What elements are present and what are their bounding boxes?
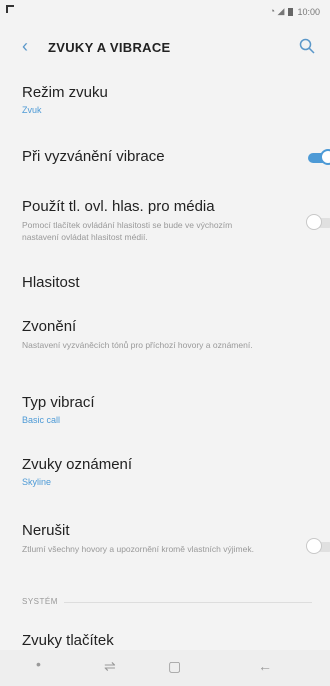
setting-sound-mode[interactable]: Režim zvuku Zvuk	[0, 84, 130, 115]
setting-title: Zvuky oznámení	[22, 456, 133, 473]
page-title: ZVUKY A VIBRACE	[48, 40, 171, 55]
setting-title: Použít tl. ovl. hlas. pro média	[22, 198, 215, 215]
setting-value: Basic call	[22, 415, 61, 425]
setting-vibration-type[interactable]: Typ vibrací Basic call	[0, 394, 117, 425]
back-icon[interactable]: ‹	[22, 36, 28, 57]
section-divider	[64, 602, 312, 603]
setting-volume-keys-media[interactable]: Použít tl. ovl. hlas. pro média Pomocí t…	[0, 198, 330, 243]
setting-key-tones[interactable]: Zvuky tlačítek	[0, 632, 330, 649]
section-header-system: SYSTÉM	[22, 597, 312, 609]
signal-icon: ◔ ◢	[269, 6, 285, 16]
setting-value: Zvuk	[22, 105, 42, 115]
setting-title: Zvuky tlačítek	[22, 632, 114, 649]
setting-title: Režim zvuku	[22, 84, 108, 101]
toggle-knob	[306, 538, 322, 554]
toggle-knob	[320, 149, 330, 165]
status-time: 10:00	[297, 6, 320, 17]
setting-notification-sounds[interactable]: Zvuky oznámení Skyline	[0, 456, 154, 487]
setting-ringtone[interactable]: Zvonění Nastavení vyzváněcích tónů pro p…	[0, 318, 314, 351]
setting-do-not-disturb[interactable]: Nerušit Ztlumí všechny hovory a upozorně…	[0, 522, 330, 555]
setting-description: Pomocí tlačítek ovládání hlasitosti se b…	[22, 220, 233, 242]
setting-description: Nastavení vyzváněcích tónů pro příchozí …	[22, 340, 253, 350]
home-icon[interactable]: ▢	[168, 658, 181, 675]
do-not-disturb-toggle[interactable]	[304, 538, 330, 554]
setting-vibrate-when-ringing[interactable]: Při vyzvánění vibrace	[0, 148, 330, 165]
navigation-bar: • ⇌ ▢ ←	[0, 650, 330, 686]
setting-title: Při vyzvánění vibrace	[22, 148, 165, 165]
setting-title: Zvonění	[22, 318, 77, 335]
setting-value: Skyline	[22, 477, 52, 487]
setting-title: Hlasitost	[22, 274, 80, 291]
dot-icon: •	[36, 656, 41, 672]
volume-keys-toggle[interactable]	[304, 214, 330, 230]
setting-description: Ztlumí všechny hovory a upozornění kromě…	[22, 544, 254, 554]
setting-volume[interactable]: Hlasitost	[0, 274, 102, 291]
setting-title: Nerušit	[22, 522, 70, 539]
status-bar: ◔ ◢ 10:00	[0, 0, 330, 24]
toggle-knob	[306, 214, 322, 230]
recent-apps-icon[interactable]: ⇌	[104, 658, 116, 675]
search-icon[interactable]	[298, 37, 316, 55]
battery-icon	[288, 7, 294, 16]
vibrate-toggle[interactable]	[304, 149, 330, 165]
app-header: ‹ ZVUKY A VIBRACE	[0, 30, 330, 64]
setting-title: Typ vibrací	[22, 394, 95, 411]
status-icons: ◔ ◢ 10:00	[270, 6, 320, 17]
section-label: SYSTÉM	[22, 597, 58, 606]
notification-corner-icon	[6, 5, 14, 13]
back-nav-icon[interactable]: ←	[258, 658, 272, 674]
